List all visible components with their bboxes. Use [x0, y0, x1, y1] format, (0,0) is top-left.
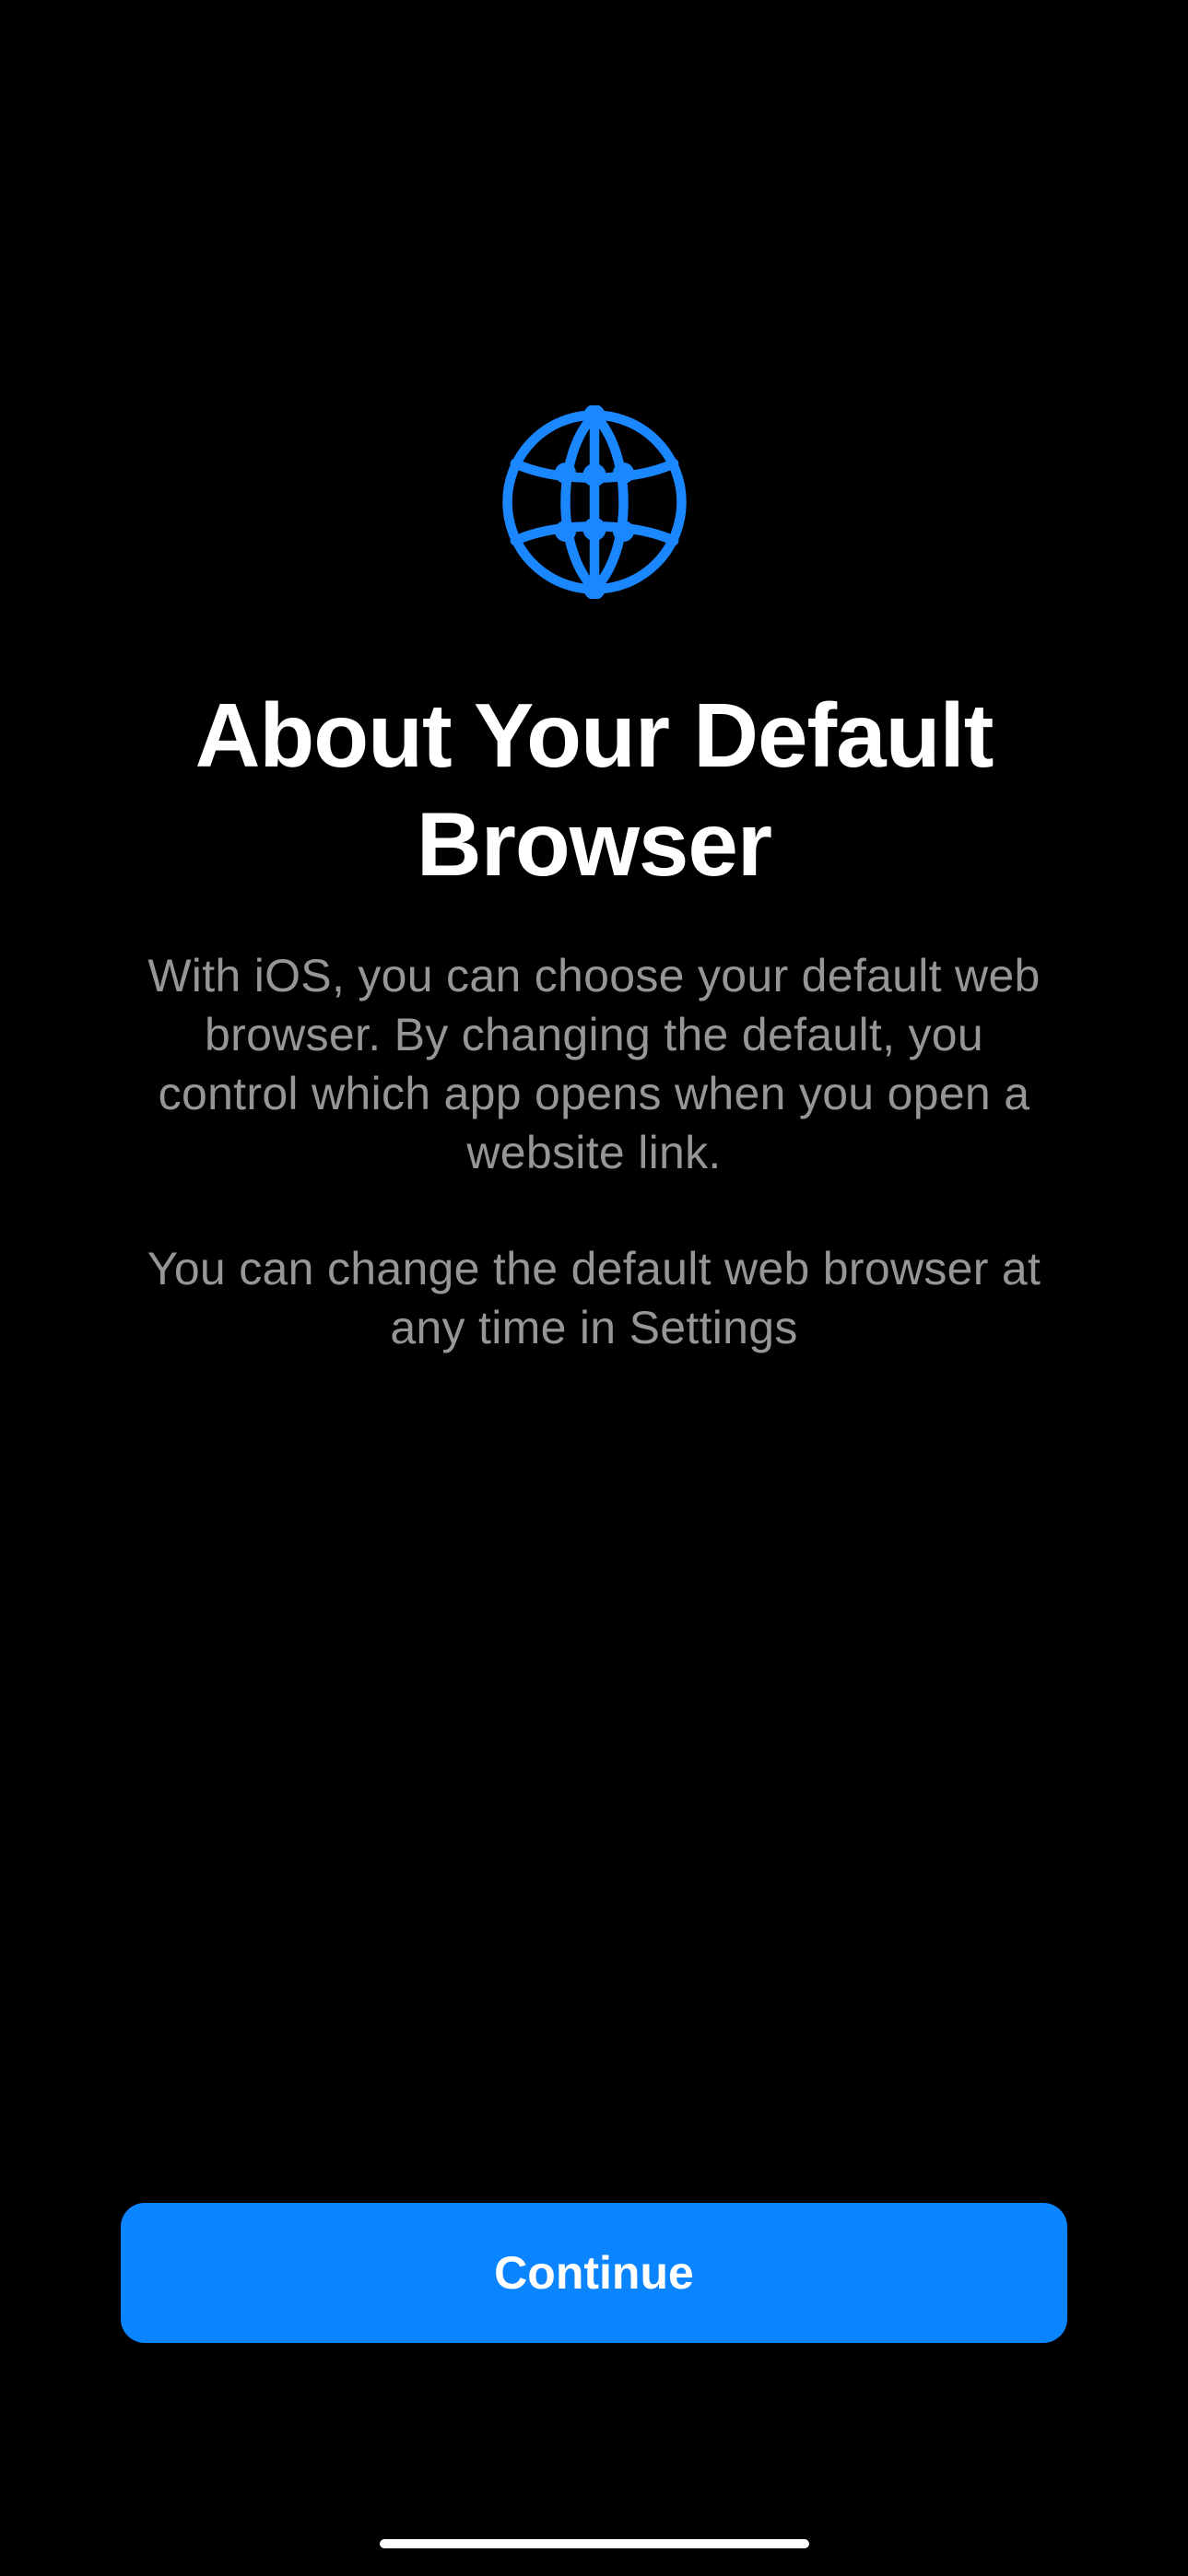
continue-button[interactable]: Continue	[121, 2203, 1067, 2343]
home-indicator[interactable]	[380, 2539, 809, 2548]
description-primary: With iOS, you can choose your default we…	[129, 946, 1059, 1182]
page-title: About Your Default Browser	[129, 682, 1059, 898]
info-panel: About Your Default Browser With iOS, you…	[0, 0, 1188, 1357]
description-secondary: You can change the default web browser a…	[129, 1239, 1059, 1357]
globe-icon	[498, 405, 691, 599]
